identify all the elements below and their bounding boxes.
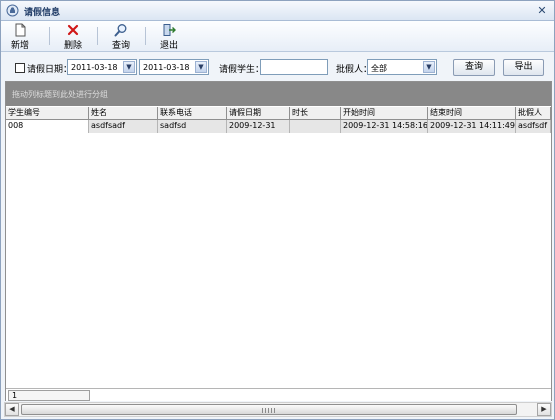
exit-button[interactable]: 退出	[156, 23, 182, 51]
table-row[interactable]: 008 asdfsadf sadfsd 2009-12-31 2009-12-3…	[6, 120, 551, 133]
delete-button[interactable]: 删除	[60, 23, 86, 51]
group-by-panel[interactable]: 拖动列标题到此处进行分组	[6, 82, 551, 106]
table-cell[interactable]: 2009-12-31	[227, 120, 290, 133]
query-button[interactable]: 查询	[453, 59, 495, 76]
student-input[interactable]	[260, 59, 328, 75]
table-cell[interactable]: asdfsadf	[89, 120, 158, 133]
toolbar: 新增 删除 查询 退出	[1, 21, 554, 52]
new-button[interactable]: 新增	[7, 23, 33, 51]
delete-x-icon	[67, 24, 79, 36]
app-icon	[6, 4, 19, 17]
column-header[interactable]: 批假人	[516, 107, 551, 120]
column-header[interactable]: 学生编号	[6, 107, 89, 120]
column-header[interactable]: 联系电话	[158, 107, 227, 120]
grid-status-bar: 1	[6, 388, 551, 401]
leave-grid: 拖动列标题到此处进行分组 学生编号 姓名 联系电话 请假日期 时长 开始时间 结…	[5, 81, 552, 401]
chevron-down-icon[interactable]: ▼	[123, 61, 135, 73]
scroll-left-icon[interactable]: ◀	[5, 403, 19, 416]
close-icon[interactable]: ✕	[534, 3, 550, 18]
table-cell[interactable]: sadfsd	[158, 120, 227, 133]
leave-date-label: 请假日期：	[27, 65, 73, 75]
window-title: 请假信息	[24, 8, 61, 18]
exit-button-label: 退出	[159, 41, 178, 51]
grid-header: 学生编号 姓名 联系电话 请假日期 时长 开始时间 结束时间 批假人	[6, 107, 551, 120]
search-button-label: 查询	[111, 41, 130, 51]
chevron-down-icon[interactable]: ▼	[195, 61, 207, 73]
column-header[interactable]: 时长	[290, 107, 341, 120]
table-cell[interactable]: 008	[6, 120, 89, 133]
column-header[interactable]: 开始时间	[341, 107, 428, 120]
toolbar-separator	[49, 27, 50, 45]
search-icon	[114, 24, 127, 37]
toolbar-separator	[97, 27, 98, 45]
column-header[interactable]: 请假日期	[227, 107, 290, 120]
filter-bar: 请假日期： 2011-03-18 ▼ 2011-03-18 ▼ 请假学生： 批假…	[5, 56, 550, 78]
column-header[interactable]: 姓名	[89, 107, 158, 120]
export-button[interactable]: 导出	[503, 59, 544, 76]
date-to-picker[interactable]: 2011-03-18 ▼	[139, 59, 209, 75]
delete-button-label: 删除	[63, 41, 82, 51]
search-button[interactable]: 查询	[108, 23, 134, 51]
scroll-thumb[interactable]	[21, 404, 517, 415]
column-header[interactable]: 结束时间	[428, 107, 516, 120]
date-from-picker[interactable]: 2011-03-18 ▼	[67, 59, 137, 75]
page-indicator: 1	[8, 390, 90, 401]
exit-icon	[163, 24, 176, 36]
table-cell[interactable]: asdfsdf	[516, 120, 551, 133]
group-hint: 拖动列标题到此处进行分组	[12, 90, 108, 99]
table-cell[interactable]	[290, 120, 341, 133]
title-bar: 请假信息 ✕	[1, 1, 554, 21]
approver-value: 全部	[371, 64, 387, 73]
date-from-value: 2011-03-18	[71, 63, 118, 72]
table-cell[interactable]: 2009-12-31 14:11:49	[428, 120, 516, 133]
leave-info-window: 请假信息 ✕ 新增 删除 查询 退出 请假日期： 2011-03-18 ▼ 20…	[0, 0, 555, 420]
date-to-value: 2011-03-18	[143, 63, 190, 72]
scroll-right-icon[interactable]: ▶	[537, 403, 551, 416]
chevron-down-icon[interactable]: ▼	[423, 61, 435, 73]
new-button-label: 新增	[10, 41, 29, 51]
table-cell[interactable]: 2009-12-31 14:58:16	[341, 120, 428, 133]
student-label: 请假学生：	[219, 65, 265, 75]
toolbar-separator	[145, 27, 146, 45]
approver-select[interactable]: 全部 ▼	[367, 59, 437, 75]
grip-icon	[262, 408, 276, 413]
leave-date-checkbox[interactable]	[15, 63, 25, 73]
new-document-icon	[15, 23, 26, 37]
horizontal-scrollbar[interactable]: ◀ ▶	[4, 402, 552, 417]
